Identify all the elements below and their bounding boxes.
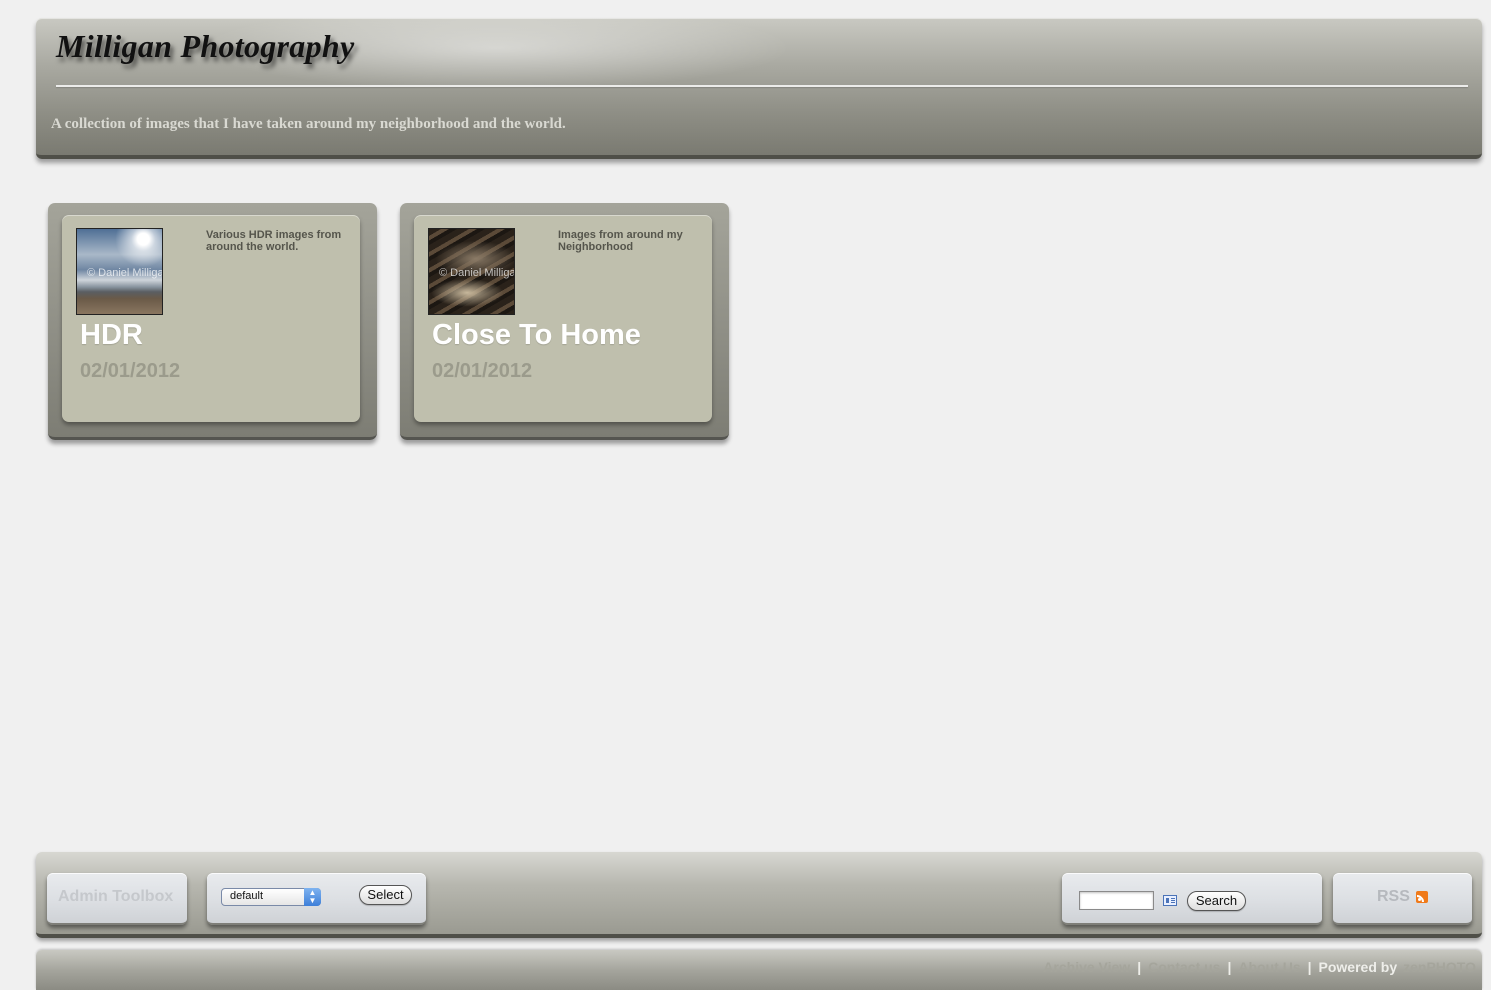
site-title[interactable]: Milligan Photography [56,28,355,65]
admin-toolbox-button[interactable]: Admin Toolbox [47,873,187,925]
theme-selector-box: default ▲ ▼ Select [207,873,426,925]
rss-icon [1416,891,1428,903]
rss-label: RSS [1377,888,1410,905]
archive-view-link[interactable]: Archive View [1043,959,1130,975]
footer-links: Archive View | Contact us | About Us | Powered… [1043,959,1476,975]
theme-select[interactable]: default ▲ ▼ [221,888,321,906]
header-divider [56,85,1468,87]
powered-by-text: Powered by [1318,959,1398,975]
site-footer: Archive View | Contact us | About Us | Powered… [36,950,1482,990]
album-title-link[interactable]: HDR [80,319,143,352]
album-thumbnail[interactable]: © Daniel Milligan [428,228,515,315]
zenphoto-link[interactable]: zenPHOTO [1403,959,1476,975]
album-title-link[interactable]: Close To Home [432,319,641,352]
site-header: Milligan Photography A collection of ima… [36,18,1482,159]
album-description: Images from around my Neighborhood [558,229,683,253]
search-box: Search [1062,873,1322,925]
album-thumbnail[interactable]: © Daniel Milligan [76,228,163,315]
footer-separator: | [1137,959,1142,975]
about-us-link[interactable]: About Us [1238,959,1300,975]
album-card-inner: © Daniel Milligan Various HDR images fro… [62,215,360,422]
search-input[interactable] [1079,891,1154,910]
thumbnail-watermark: © Daniel Milligan [87,267,163,279]
footer-separator: | [1227,959,1232,975]
search-options-icon[interactable] [1163,895,1177,906]
select-button[interactable]: Select [359,885,412,905]
album-date: 02/01/2012 [80,360,181,382]
rss-link[interactable]: RSS [1333,873,1472,925]
footer-separator: | [1307,959,1312,975]
thumbnail-watermark: © Daniel Milligan [439,267,515,279]
search-button[interactable]: Search [1187,891,1246,911]
admin-toolbox-label: Admin Toolbox [58,888,174,905]
contact-us-link[interactable]: Contact us [1148,959,1220,975]
album-description: Various HDR images from around the world… [206,229,342,253]
album-date: 02/01/2012 [432,360,533,382]
album-card-hdr: © Daniel Milligan Various HDR images fro… [48,203,377,440]
album-card-inner: © Daniel Milligan Images from around my … [414,215,712,422]
select-arrows-icon: ▲ ▼ [304,888,321,906]
bottom-toolbar: Admin Toolbox default ▲ ▼ Select Search R… [36,852,1482,938]
album-card-close-to-home: © Daniel Milligan Images from around my … [400,203,729,440]
site-description: A collection of images that I have taken… [51,116,566,132]
theme-select-value: default [230,890,264,902]
